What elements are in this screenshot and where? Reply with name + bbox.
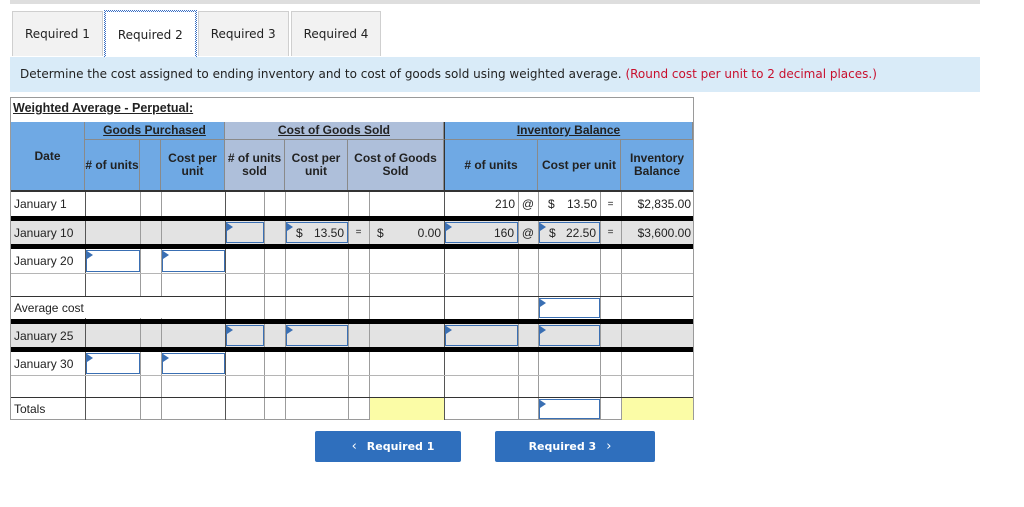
row-line: [11, 397, 693, 398]
row-jan1-at: @: [521, 197, 535, 211]
prev-required-1-button[interactable]: ‹ Required 1: [315, 431, 461, 462]
prev-button-label: Required 1: [366, 440, 435, 453]
sheet-title: Weighted Average - Perpetual:: [13, 101, 194, 115]
row-jan25-ib-cpu-input[interactable]: [539, 325, 600, 346]
row-jan1-eq: =: [607, 198, 614, 210]
header-cogs-units: # of units sold: [225, 140, 285, 190]
row-totals-ib-cpu-input[interactable]: [539, 399, 600, 419]
tab-required-2[interactable]: Required 2: [103, 10, 197, 59]
row-jan10-cogs-units-input[interactable]: [226, 222, 264, 243]
row-separator-thick: [11, 319, 693, 324]
top-scroll-bar: [10, 0, 980, 4]
header-ib-balance: Inventory Balance: [621, 140, 693, 190]
row-jan10-cogs-total: 0.00: [417, 225, 441, 240]
header-gp-spacer: [140, 140, 161, 190]
row-jan20-gp-units-input[interactable]: [86, 250, 140, 272]
row-line: [11, 296, 693, 297]
row-avg-ib-cpu-input[interactable]: [539, 298, 600, 318]
row-jan30-gp-cost-input[interactable]: [162, 353, 225, 374]
row-jan1-ib-cpu: 13.50: [566, 197, 597, 211]
header-date-label: Date: [34, 148, 61, 163]
header-goods-purchased: Goods Purchased: [85, 122, 225, 140]
header-ib-units: # of units: [444, 140, 538, 190]
row-line: [11, 375, 693, 376]
header-cogs-cpu: Cost per unit: [285, 140, 348, 190]
next-required-3-button[interactable]: Required 3 ›: [495, 431, 655, 462]
header-ib-cpu: Cost per unit: [538, 140, 621, 190]
row-separator-thick: [11, 347, 693, 352]
row-jan20-date: January 20: [14, 254, 74, 268]
row-jan25-ib-units-input[interactable]: [445, 325, 518, 346]
row-jan20-gp-cost-input[interactable]: [162, 250, 225, 272]
row-jan10-ib-units-input[interactable]: 160: [445, 222, 518, 243]
instruction-note: (Round cost per unit to 2 decimal places…: [625, 67, 877, 81]
tab-required-1[interactable]: Required 1: [12, 11, 103, 56]
totals-cogs-highlight: [369, 398, 444, 420]
instruction-banner: Determine the cost assigned to ending in…: [10, 57, 980, 92]
chevron-left-icon: ‹: [351, 439, 357, 454]
instruction-text: Determine the cost assigned to ending in…: [20, 67, 622, 81]
row-jan1-date: January 1: [14, 197, 67, 211]
header-date: Date: [11, 122, 85, 190]
row-jan10-cogs-cpu-input[interactable]: $13.50: [286, 222, 348, 243]
tab-bar: Required 1 Required 2 Required 3 Require…: [12, 10, 383, 59]
row-totals-label: Totals: [14, 402, 46, 416]
row-jan10-ib-cpu-input[interactable]: $22.50: [539, 222, 600, 243]
header-gp-units: # of units: [85, 140, 140, 190]
header-cost-of-goods-sold: Cost of Goods Sold: [225, 122, 444, 140]
header-cogs-total: Cost of Goods Sold: [348, 140, 444, 190]
dollar-sign: $: [549, 225, 556, 240]
row-jan10-date: January 10: [14, 225, 74, 240]
dollar-sign: $: [296, 225, 303, 240]
row-jan25-cogs-cpu-input[interactable]: [286, 325, 348, 346]
row-jan25-cogs-units-input[interactable]: [226, 325, 264, 346]
tab-required-4[interactable]: Required 4: [290, 11, 382, 56]
chevron-right-icon: ›: [606, 439, 612, 454]
row-line: [11, 273, 693, 274]
row-jan30-date: January 30: [14, 356, 74, 371]
row-jan1-ib-balance: $2,835.00: [637, 197, 691, 211]
row-jan30-gp-units-input[interactable]: [86, 353, 140, 374]
next-button-label: Required 3: [528, 440, 597, 453]
value: 160: [493, 225, 514, 240]
row-jan10-ib-balance: $3,600.00: [637, 225, 691, 240]
row-jan25-date: January 25: [14, 328, 74, 343]
header-gp-cost: Cost per unit: [161, 140, 225, 190]
row-avg-label: Average cost: [14, 300, 84, 315]
row-jan10-eq2: =: [607, 227, 614, 238]
header-inventory-balance: Inventory Balance: [444, 122, 693, 140]
row-separator-thick: [11, 244, 693, 249]
col-line: [264, 192, 265, 420]
value: 22.50: [565, 225, 596, 240]
row-jan10-eq1: =: [355, 227, 362, 238]
tab-required-3[interactable]: Required 3: [197, 11, 289, 56]
value: 13.50: [313, 225, 344, 240]
row-jan1-ib-units: 210: [494, 197, 515, 211]
weighted-average-sheet: Weighted Average - Perpetual: Date Goods…: [10, 97, 694, 420]
totals-balance-highlight: [621, 398, 693, 420]
row-jan10-at: @: [521, 225, 535, 240]
